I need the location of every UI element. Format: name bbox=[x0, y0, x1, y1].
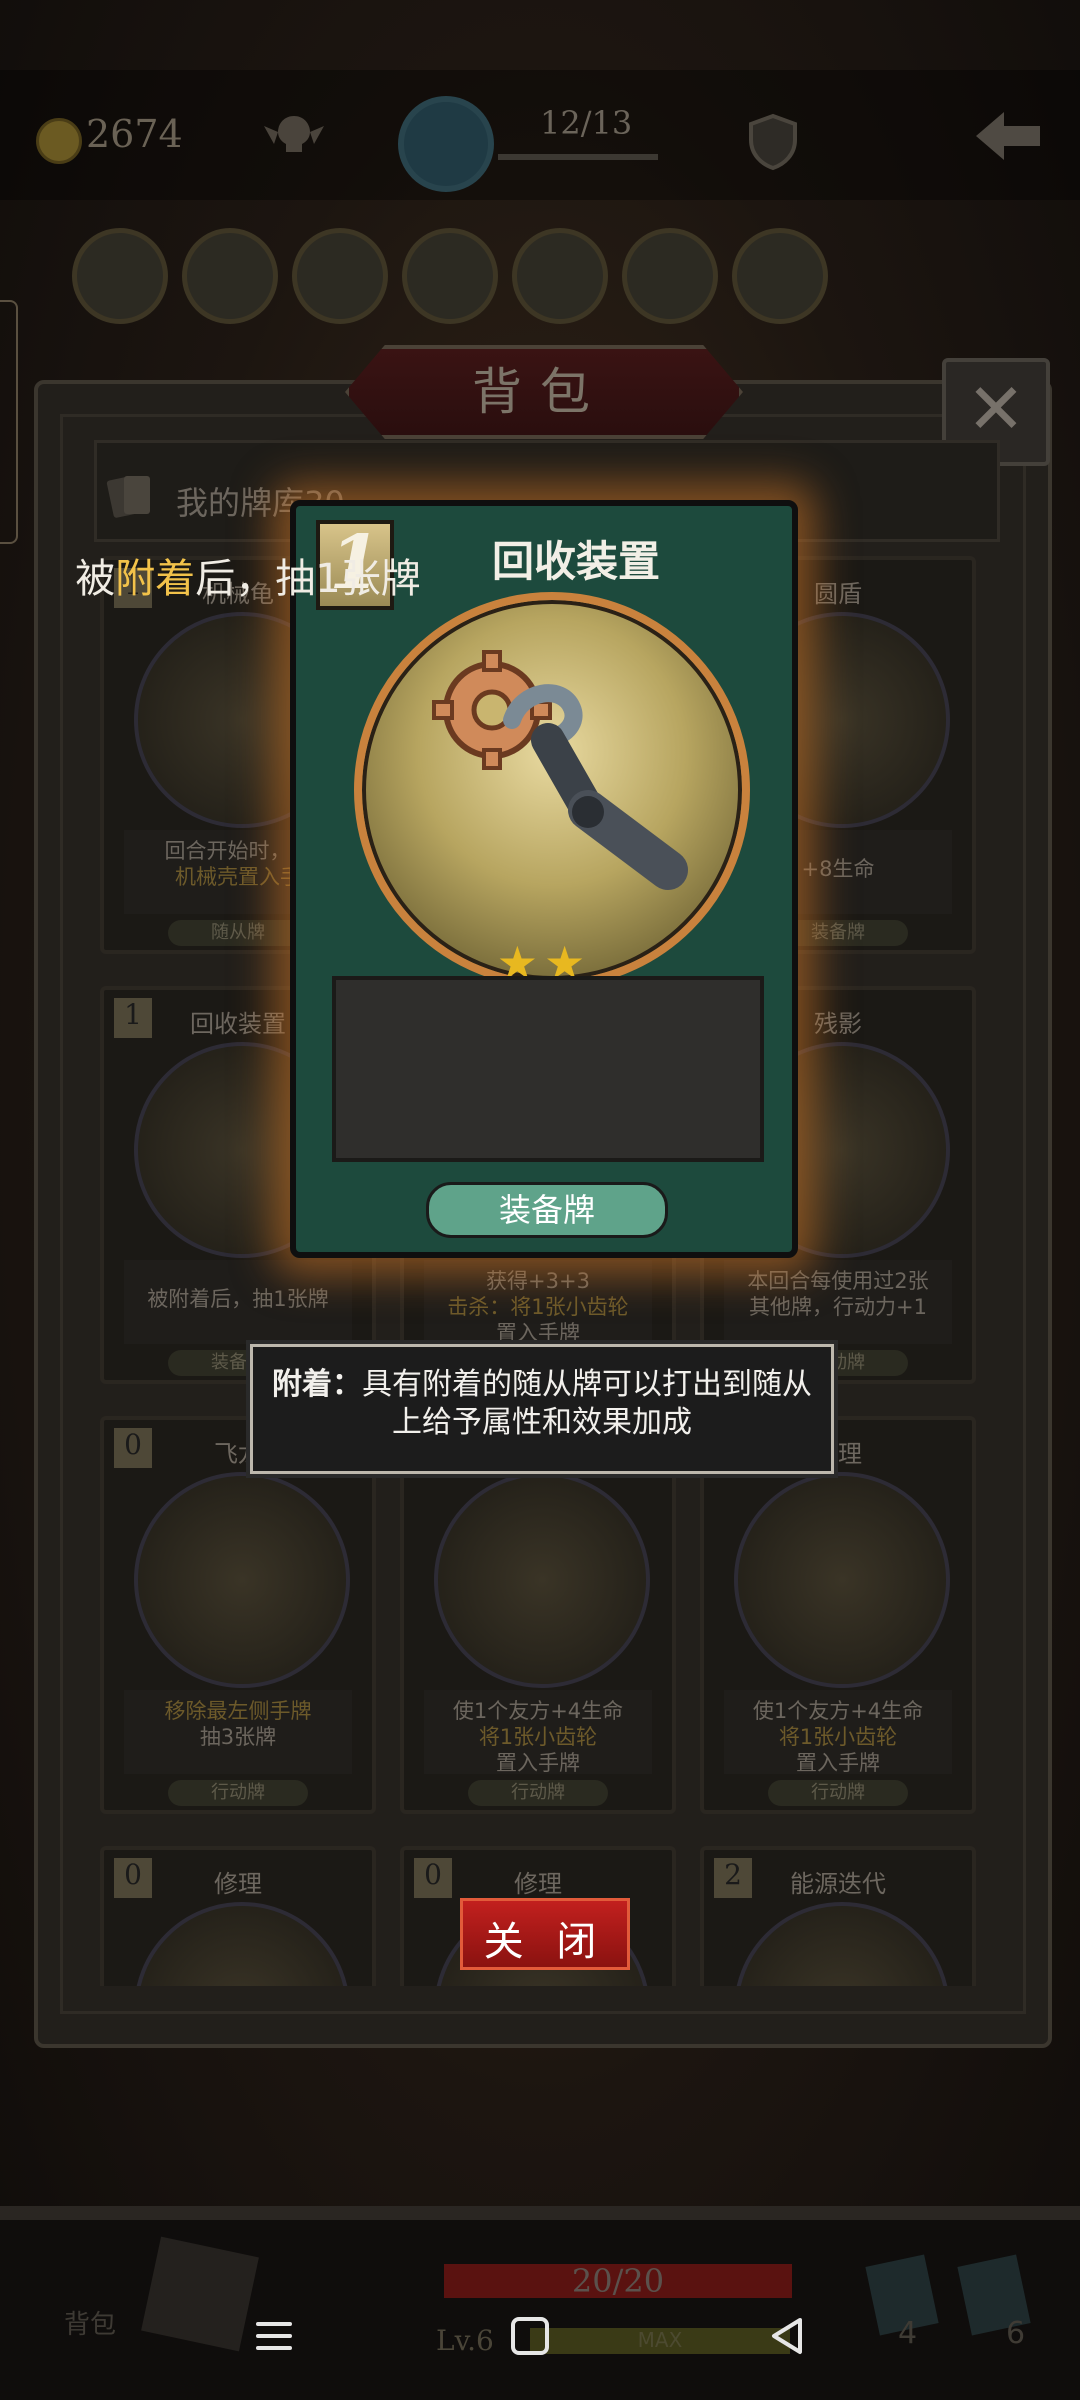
back-icon[interactable] bbox=[758, 2306, 818, 2366]
card-desc-line: 将1张小齿轮 bbox=[478, 1725, 598, 1749]
tooltip-line2: 上给予属性和效果加成 bbox=[392, 1405, 692, 1440]
card-art bbox=[134, 1902, 350, 1986]
coin-count: 2674 bbox=[86, 112, 183, 156]
card-desc-line: 将1张小齿轮 bbox=[778, 1725, 898, 1749]
side-drawer-tab[interactable] bbox=[0, 300, 18, 544]
card-name: 修理 bbox=[214, 1870, 262, 1898]
card-name: 能源迭代 bbox=[790, 1870, 886, 1898]
xp-label: MAX bbox=[637, 2328, 683, 2352]
card-description: 使1个友方+4生命 将1张小齿轮 置入手牌 bbox=[724, 1690, 952, 1775]
close-button[interactable]: 关 闭 bbox=[460, 1898, 630, 1970]
card-art bbox=[434, 1472, 650, 1688]
card-type-tag: 随从牌 bbox=[168, 920, 308, 946]
shield-icon[interactable] bbox=[745, 112, 801, 172]
relic-slot[interactable] bbox=[182, 228, 278, 324]
card-type-tag: 行动牌 bbox=[468, 1780, 608, 1806]
card-art bbox=[734, 1472, 950, 1688]
card-description: 本回合每使用过2张 其他牌，行动力+1 bbox=[724, 1260, 952, 1344]
bag-label: 背包 bbox=[64, 2310, 117, 2340]
card-desc-line: 移除最左侧手牌 bbox=[164, 1699, 312, 1723]
card-desc-suffix: 后，抽1张牌 bbox=[195, 556, 421, 602]
card-tile[interactable]: 0 飞龙 移除最左侧手牌 抽3张牌 行动牌 bbox=[100, 1416, 376, 1814]
draw-count: 6 bbox=[1006, 2316, 1026, 2351]
level-progress-bar bbox=[498, 154, 658, 160]
player-level: Lv.6 bbox=[436, 2324, 494, 2357]
card-description: 被附着后，抽1张牌 bbox=[124, 1260, 352, 1344]
card-desc-line: 获得+3+3 bbox=[486, 1269, 590, 1293]
card-tile[interactable]: 修理 使1个友方+4生命 将1张小齿轮 置入手牌 行动牌 bbox=[700, 1416, 976, 1814]
discard-count: 4 bbox=[898, 2316, 918, 2351]
backpack-title: 背包 bbox=[472, 363, 608, 421]
card-desc-line: 抽3张牌 bbox=[199, 1725, 277, 1749]
close-icon: ✕ bbox=[966, 368, 1026, 450]
relic-slot[interactable] bbox=[512, 228, 608, 324]
card-name: 修理 bbox=[514, 1870, 562, 1898]
card-desc-keyword[interactable]: 附着 bbox=[115, 556, 195, 602]
close-button-label: 关 闭 bbox=[483, 1919, 607, 1965]
menu-icon[interactable] bbox=[244, 2306, 304, 2366]
relic-slot[interactable] bbox=[622, 228, 718, 324]
relic-slot[interactable] bbox=[402, 228, 498, 324]
card-type-tag: 行动牌 bbox=[768, 1780, 908, 1806]
card-tile[interactable]: 0 修理 bbox=[100, 1846, 376, 1986]
relic-row bbox=[72, 228, 832, 324]
tooltip-line1: 具有附着的随从牌可以打出到随从 bbox=[362, 1367, 812, 1402]
card-desc-line: 置入手牌 bbox=[496, 1321, 580, 1345]
card-description-box bbox=[332, 976, 764, 1162]
card-tile[interactable]: 使1个友方+4生命 将1张小齿轮 置入手牌 行动牌 bbox=[400, 1416, 676, 1814]
card-desc-line: 被附着后，抽1张牌 bbox=[147, 1287, 329, 1311]
selected-card[interactable]: 1 回收装置 ★★ 装备牌 bbox=[290, 500, 798, 1258]
hp-text: 20/20 bbox=[571, 2262, 665, 2300]
card-desc-line: 使1个友方+4生命 bbox=[752, 1699, 924, 1723]
card-art bbox=[354, 592, 750, 988]
card-type-tag: 装备牌 bbox=[426, 1182, 668, 1238]
card-type-tag: 行动牌 bbox=[168, 1780, 308, 1806]
level-progress-text: 12/13 bbox=[540, 104, 633, 142]
coin-icon bbox=[36, 118, 82, 164]
card-desc-line: 击杀：将1张小齿轮 bbox=[447, 1295, 629, 1319]
card-art bbox=[734, 1902, 950, 1986]
card-description: 被附着后，抽1张牌 bbox=[36, 546, 460, 604]
card-desc-prefix: 被 bbox=[75, 556, 116, 602]
card-desc-line: 本回合每使用过2张 bbox=[747, 1269, 929, 1293]
card-desc-line: 使1个友方+4生命 bbox=[452, 1699, 624, 1723]
card-description: 使1个友方+4生命 将1张小齿轮 置入手牌 bbox=[424, 1690, 652, 1775]
backpack-icon[interactable] bbox=[141, 2236, 259, 2352]
card-description: 获得+3+3 击杀：将1张小齿轮 置入手牌 bbox=[424, 1260, 652, 1345]
cards-icon bbox=[106, 476, 150, 518]
player-portrait[interactable] bbox=[398, 96, 494, 192]
card-art bbox=[134, 1472, 350, 1688]
wrench-gear-icon bbox=[432, 650, 688, 890]
relic-slot[interactable] bbox=[292, 228, 388, 324]
card-tile[interactable]: 2 能源迭代 bbox=[700, 1846, 976, 1986]
back-arrow-icon[interactable] bbox=[972, 106, 1044, 166]
relic-slot[interactable] bbox=[72, 228, 168, 324]
relic-slot[interactable] bbox=[732, 228, 828, 324]
card-desc-line: 置入手牌 bbox=[496, 1751, 580, 1775]
card-description: 移除最左侧手牌 抽3张牌 bbox=[124, 1690, 352, 1774]
card-desc-line: 其他牌，行动力+1 bbox=[749, 1295, 927, 1319]
tooltip-text: 附着：具有附着的随从牌可以打出到随从 上给予属性和效果加成 bbox=[262, 1366, 822, 1442]
card-desc-line: 置入手牌 bbox=[796, 1751, 880, 1775]
winged-skull-icon[interactable] bbox=[262, 108, 326, 164]
home-icon[interactable] bbox=[500, 2306, 560, 2366]
tooltip-term: 附着： bbox=[272, 1367, 362, 1402]
